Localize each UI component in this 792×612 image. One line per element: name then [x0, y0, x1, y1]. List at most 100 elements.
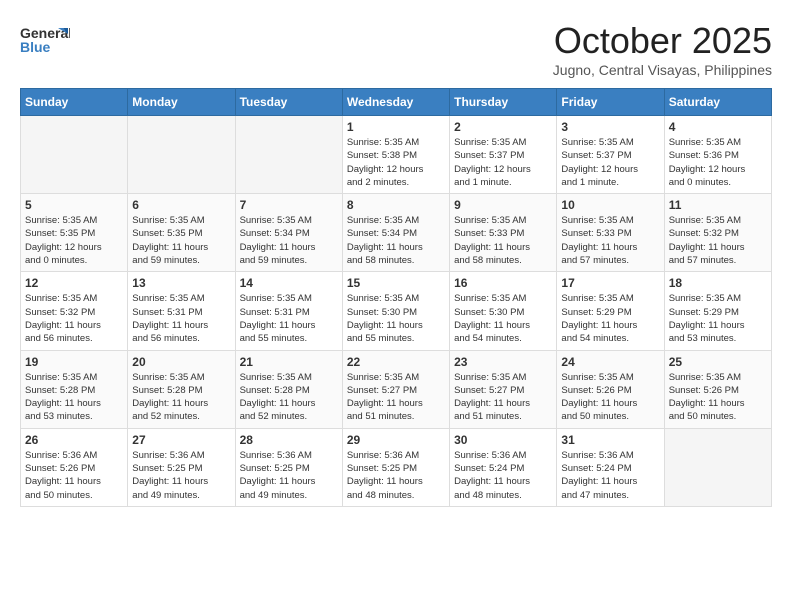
calendar-cell: 13Sunrise: 5:35 AM Sunset: 5:31 PM Dayli… — [128, 272, 235, 350]
day-info: Sunrise: 5:35 AM Sunset: 5:29 PM Dayligh… — [561, 292, 659, 345]
weekday-friday: Friday — [557, 89, 664, 116]
day-number: 27 — [132, 433, 230, 447]
day-info: Sunrise: 5:35 AM Sunset: 5:29 PM Dayligh… — [669, 292, 767, 345]
calendar-table: SundayMondayTuesdayWednesdayThursdayFrid… — [20, 88, 772, 507]
weekday-wednesday: Wednesday — [342, 89, 449, 116]
day-info: Sunrise: 5:35 AM Sunset: 5:28 PM Dayligh… — [240, 371, 338, 424]
day-number: 16 — [454, 276, 552, 290]
location: Jugno, Central Visayas, Philippines — [553, 62, 772, 78]
day-number: 13 — [132, 276, 230, 290]
day-number: 23 — [454, 355, 552, 369]
logo: General Blue — [20, 20, 70, 65]
day-number: 21 — [240, 355, 338, 369]
weekday-header-row: SundayMondayTuesdayWednesdayThursdayFrid… — [21, 89, 772, 116]
calendar-week-3: 12 Sunrise: 5:35 AM Sunset: 5:32 PM Dayli… — [21, 272, 772, 350]
calendar-cell — [235, 116, 342, 194]
calendar-cell: 5Sunrise: 5:35 AM Sunset: 5:35 PM Daylig… — [21, 194, 128, 272]
day-number: 11 — [669, 198, 767, 212]
day-number: 10 — [561, 198, 659, 212]
day-info: Sunrise: 5:35 AM Sunset: 5:26 PM Dayligh… — [669, 371, 767, 424]
calendar-cell: 14 Sunrise: 5:35 AM Sunset: 5:31 PM Dayli… — [235, 272, 342, 350]
day-info: Sunrise: 5:35 AM Sunset: 5:30 PM Dayligh… — [454, 292, 552, 345]
weekday-tuesday: Tuesday — [235, 89, 342, 116]
day-info: Sunrise: 5:36 AM Sunset: 5:25 PM Dayligh… — [240, 449, 338, 502]
calendar-cell: 6 Sunrise: 5:35 AM Sunset: 5:35 PM Daylig… — [128, 194, 235, 272]
calendar-cell: 12 Sunrise: 5:35 AM Sunset: 5:32 PM Dayli… — [21, 272, 128, 350]
page-header: General Blue October 2025 Jugno, Central… — [20, 20, 772, 78]
day-number: 12 — [25, 276, 123, 290]
day-number: 6 — [132, 198, 230, 212]
day-info: Sunrise: 5:35 AM Sunset: 5:37 PM Dayligh… — [561, 136, 659, 189]
day-number: 22 — [347, 355, 445, 369]
day-info: Sunrise: 5:35 AM Sunset: 5:31 PM Dayligh… — [240, 292, 338, 345]
calendar-cell: 23Sunrise: 5:35 AM Sunset: 5:27 PM Dayli… — [450, 350, 557, 428]
calendar-cell — [128, 116, 235, 194]
calendar-cell: 18Sunrise: 5:35 AM Sunset: 5:29 PM Dayli… — [664, 272, 771, 350]
svg-text:Blue: Blue — [20, 39, 51, 55]
calendar-header: SundayMondayTuesdayWednesdayThursdayFrid… — [21, 89, 772, 116]
title-block: October 2025 Jugno, Central Visayas, Phi… — [553, 20, 772, 78]
weekday-saturday: Saturday — [664, 89, 771, 116]
day-info: Sunrise: 5:35 AM Sunset: 5:34 PM Dayligh… — [347, 214, 445, 267]
calendar-cell: 3 Sunrise: 5:35 AM Sunset: 5:37 PM Daylig… — [557, 116, 664, 194]
calendar-cell: 11Sunrise: 5:35 AM Sunset: 5:32 PM Dayli… — [664, 194, 771, 272]
day-info: Sunrise: 5:35 AM Sunset: 5:34 PM Dayligh… — [240, 214, 338, 267]
calendar-week-4: 19 Sunrise: 5:35 AM Sunset: 5:28 PM Dayli… — [21, 350, 772, 428]
day-info: Sunrise: 5:36 AM Sunset: 5:24 PM Dayligh… — [454, 449, 552, 502]
day-number: 8 — [347, 198, 445, 212]
day-info: Sunrise: 5:36 AM Sunset: 5:26 PM Dayligh… — [25, 449, 123, 502]
day-number: 28 — [240, 433, 338, 447]
calendar-cell: 1Sunrise: 5:35 AM Sunset: 5:38 PM Daylig… — [342, 116, 449, 194]
day-info: Sunrise: 5:35 AM Sunset: 5:28 PM Dayligh… — [25, 371, 123, 424]
calendar-week-2: 5Sunrise: 5:35 AM Sunset: 5:35 PM Daylig… — [21, 194, 772, 272]
day-number: 4 — [669, 120, 767, 134]
day-number: 14 — [240, 276, 338, 290]
day-info: Sunrise: 5:35 AM Sunset: 5:33 PM Dayligh… — [454, 214, 552, 267]
day-number: 20 — [132, 355, 230, 369]
day-number: 17 — [561, 276, 659, 290]
calendar-cell: 26 Sunrise: 5:36 AM Sunset: 5:26 PM Dayli… — [21, 428, 128, 506]
calendar-cell: 21 Sunrise: 5:35 AM Sunset: 5:28 PM Dayli… — [235, 350, 342, 428]
day-number: 19 — [25, 355, 123, 369]
day-info: Sunrise: 5:35 AM Sunset: 5:36 PM Dayligh… — [669, 136, 767, 189]
day-info: Sunrise: 5:36 AM Sunset: 5:25 PM Dayligh… — [132, 449, 230, 502]
day-info: Sunrise: 5:36 AM Sunset: 5:24 PM Dayligh… — [561, 449, 659, 502]
calendar-cell: 4 Sunrise: 5:35 AM Sunset: 5:36 PM Daylig… — [664, 116, 771, 194]
day-number: 7 — [240, 198, 338, 212]
day-info: Sunrise: 5:35 AM Sunset: 5:35 PM Dayligh… — [132, 214, 230, 267]
calendar-cell: 27 Sunrise: 5:36 AM Sunset: 5:25 PM Dayli… — [128, 428, 235, 506]
weekday-monday: Monday — [128, 89, 235, 116]
day-info: Sunrise: 5:35 AM Sunset: 5:33 PM Dayligh… — [561, 214, 659, 267]
day-info: Sunrise: 5:35 AM Sunset: 5:32 PM Dayligh… — [25, 292, 123, 345]
calendar-week-1: 1Sunrise: 5:35 AM Sunset: 5:38 PM Daylig… — [21, 116, 772, 194]
weekday-thursday: Thursday — [450, 89, 557, 116]
calendar-cell: 16 Sunrise: 5:35 AM Sunset: 5:30 PM Dayli… — [450, 272, 557, 350]
day-number: 31 — [561, 433, 659, 447]
calendar-body: 1Sunrise: 5:35 AM Sunset: 5:38 PM Daylig… — [21, 116, 772, 507]
logo-icon: General Blue — [20, 20, 70, 60]
calendar-cell: 31 Sunrise: 5:36 AM Sunset: 5:24 PM Dayli… — [557, 428, 664, 506]
month-title: October 2025 — [553, 20, 772, 62]
day-number: 26 — [25, 433, 123, 447]
day-info: Sunrise: 5:35 AM Sunset: 5:30 PM Dayligh… — [347, 292, 445, 345]
calendar-cell: 28 Sunrise: 5:36 AM Sunset: 5:25 PM Dayli… — [235, 428, 342, 506]
calendar-week-5: 26 Sunrise: 5:36 AM Sunset: 5:26 PM Dayli… — [21, 428, 772, 506]
calendar-cell — [664, 428, 771, 506]
day-info: Sunrise: 5:35 AM Sunset: 5:37 PM Dayligh… — [454, 136, 552, 189]
day-info: Sunrise: 5:35 AM Sunset: 5:27 PM Dayligh… — [347, 371, 445, 424]
calendar-cell: 9Sunrise: 5:35 AM Sunset: 5:33 PM Daylig… — [450, 194, 557, 272]
calendar-cell — [21, 116, 128, 194]
calendar-cell: 25 Sunrise: 5:35 AM Sunset: 5:26 PM Dayli… — [664, 350, 771, 428]
day-number: 24 — [561, 355, 659, 369]
calendar-cell: 2Sunrise: 5:35 AM Sunset: 5:37 PM Daylig… — [450, 116, 557, 194]
day-number: 15 — [347, 276, 445, 290]
day-number: 3 — [561, 120, 659, 134]
calendar-cell: 20Sunrise: 5:35 AM Sunset: 5:28 PM Dayli… — [128, 350, 235, 428]
calendar-cell: 8 Sunrise: 5:35 AM Sunset: 5:34 PM Daylig… — [342, 194, 449, 272]
calendar-cell: 10 Sunrise: 5:35 AM Sunset: 5:33 PM Dayli… — [557, 194, 664, 272]
day-number: 29 — [347, 433, 445, 447]
day-info: Sunrise: 5:35 AM Sunset: 5:35 PM Dayligh… — [25, 214, 123, 267]
day-number: 30 — [454, 433, 552, 447]
calendar-cell: 19 Sunrise: 5:35 AM Sunset: 5:28 PM Dayli… — [21, 350, 128, 428]
day-number: 25 — [669, 355, 767, 369]
